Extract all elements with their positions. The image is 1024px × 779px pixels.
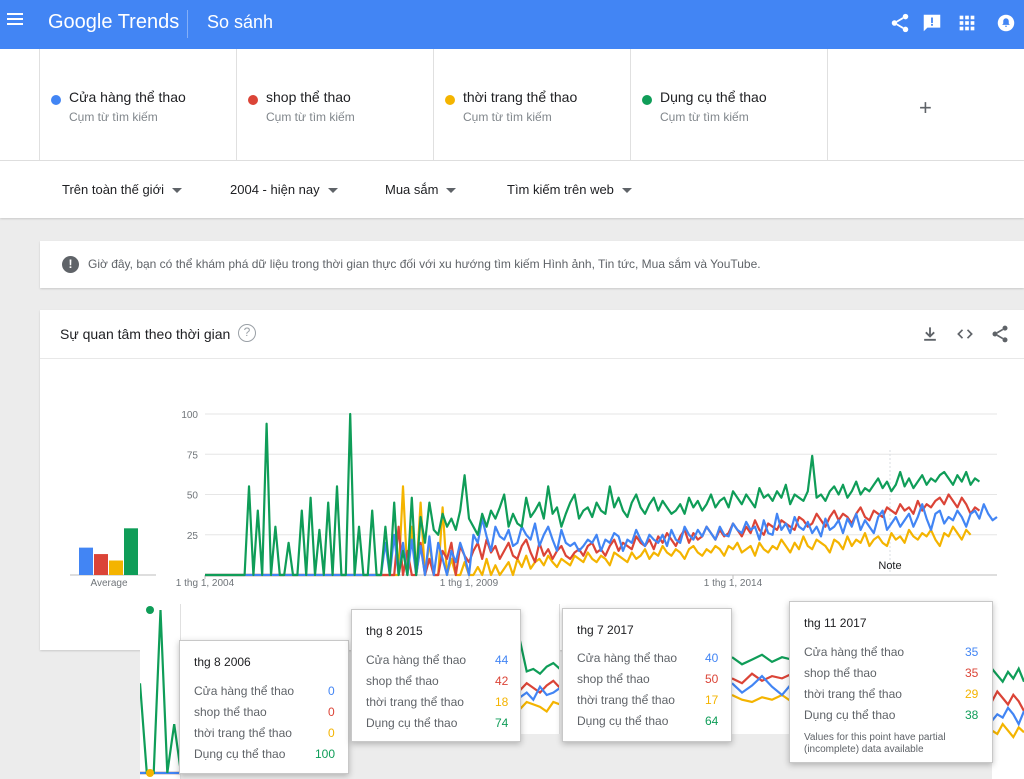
y-tick-label: 25: [187, 531, 199, 542]
tooltip-value: 74: [495, 716, 509, 730]
tooltip-date: thg 8 2006: [194, 655, 251, 669]
chart-grid: [70, 413, 997, 579]
average-bar: [124, 528, 138, 575]
tooltip-label: Dụng cụ thể thao: [804, 708, 896, 722]
tooltip-label: thời trang thể thao: [577, 693, 675, 707]
x-tick-label: 1 thg 1, 2014: [704, 578, 763, 589]
tooltip-value: 0: [328, 705, 335, 719]
snippet-series-line: [992, 705, 1024, 727]
tooltip-label: shop thể thao: [194, 705, 267, 719]
hover-point: [146, 606, 154, 614]
chart-snippet-1: [140, 604, 181, 779]
tooltip-value: 35: [965, 645, 979, 659]
snippet-series-line: [140, 609, 180, 775]
tooltip-value: 0: [328, 726, 335, 740]
tooltip-label: shop thể thao: [804, 666, 877, 680]
tooltip-label: Dụng cụ thể thao: [577, 714, 669, 728]
hover-point: [146, 769, 154, 777]
snippet-series-line: [732, 693, 791, 704]
x-tick-label: 1 thg 1, 2004: [176, 578, 235, 589]
x-tick-label: 1 thg 1, 2009: [440, 578, 499, 589]
tooltip-value: 29: [965, 687, 979, 701]
tooltip-note: Values for this point have partial (inco…: [804, 732, 946, 755]
chart-snippet-4: [992, 604, 1024, 779]
snippet-lines-4: [992, 666, 1024, 740]
tooltip-value: 40: [705, 651, 719, 665]
average-bar: [109, 560, 123, 575]
snippet-series-line: [520, 640, 559, 676]
snippet-lines-1: [140, 606, 180, 777]
tooltip-value: 64: [705, 714, 719, 728]
tooltip-value: 100: [315, 747, 336, 761]
snippet-series-line: [992, 722, 1024, 740]
tooltip-label: Cửa hàng thể thao: [804, 645, 905, 659]
y-tick-label: 100: [181, 410, 198, 421]
tooltip-label: thời trang thể thao: [366, 695, 464, 709]
snippet-lines-3: [732, 653, 791, 704]
tooltip-label: Cửa hàng thể thao: [366, 653, 467, 667]
tooltip-aug-2006: thg 8 2006 Cửa hàng thể thao shop thể th…: [179, 640, 349, 774]
tooltip-value: 17: [705, 693, 719, 707]
tooltip-value: 18: [495, 695, 509, 709]
chart-labels: 100 75 50 25 1 thg 1, 2004 1 thg 1, 2009 1 thg…: [90, 410, 901, 589]
tooltip-value: 0: [328, 684, 335, 698]
snippet-series-line: [520, 700, 559, 714]
average-bars: [79, 528, 138, 575]
tooltip-jul-2017: thg 7 2017 Cửa hàng thể thao shop thể th…: [562, 608, 732, 742]
y-tick-label: 75: [187, 450, 199, 461]
snippet-series-line: [992, 666, 1024, 684]
y-tick-label: 50: [187, 491, 199, 502]
tooltip-nov-2017: thg 11 2017 Cửa hàng thể thao shop thể t…: [789, 601, 993, 763]
tooltip-date: thg 11 2017: [804, 616, 867, 630]
average-bar: [79, 547, 93, 575]
snippet-series-line: [732, 653, 791, 666]
tooltip-aug-2015: thg 8 2015 Cửa hàng thể thao shop thể th…: [351, 609, 521, 742]
tooltip-label: shop thể thao: [577, 672, 650, 686]
tooltip-label: Cửa hàng thể thao: [194, 684, 295, 698]
tooltip-value: 50: [705, 672, 719, 686]
tooltip-label: Dụng cụ thể thao: [194, 747, 286, 761]
tooltip-label: thời trang thể thao: [804, 687, 902, 701]
tooltip-label: Cửa hàng thể thao: [577, 651, 678, 665]
average-label: Average: [90, 578, 128, 589]
snippet-lines-2: [520, 640, 559, 714]
chart-snippet-2: [520, 604, 560, 734]
note-label: Note: [878, 560, 901, 572]
tooltip-date: thg 7 2017: [577, 623, 634, 637]
tooltip-label: Dụng cụ thể thao: [366, 716, 458, 730]
tooltip-value: 35: [965, 666, 979, 680]
average-bar: [94, 554, 108, 575]
tooltip-value: 44: [495, 653, 509, 667]
tooltip-label: shop thể thao: [366, 674, 439, 688]
tooltip-value: 42: [495, 674, 509, 688]
tooltip-value: 38: [965, 708, 979, 722]
tooltip-label: thời trang thể thao: [194, 726, 292, 740]
chart-snippet-3: [732, 604, 792, 734]
tooltip-date: thg 8 2015: [366, 624, 423, 638]
